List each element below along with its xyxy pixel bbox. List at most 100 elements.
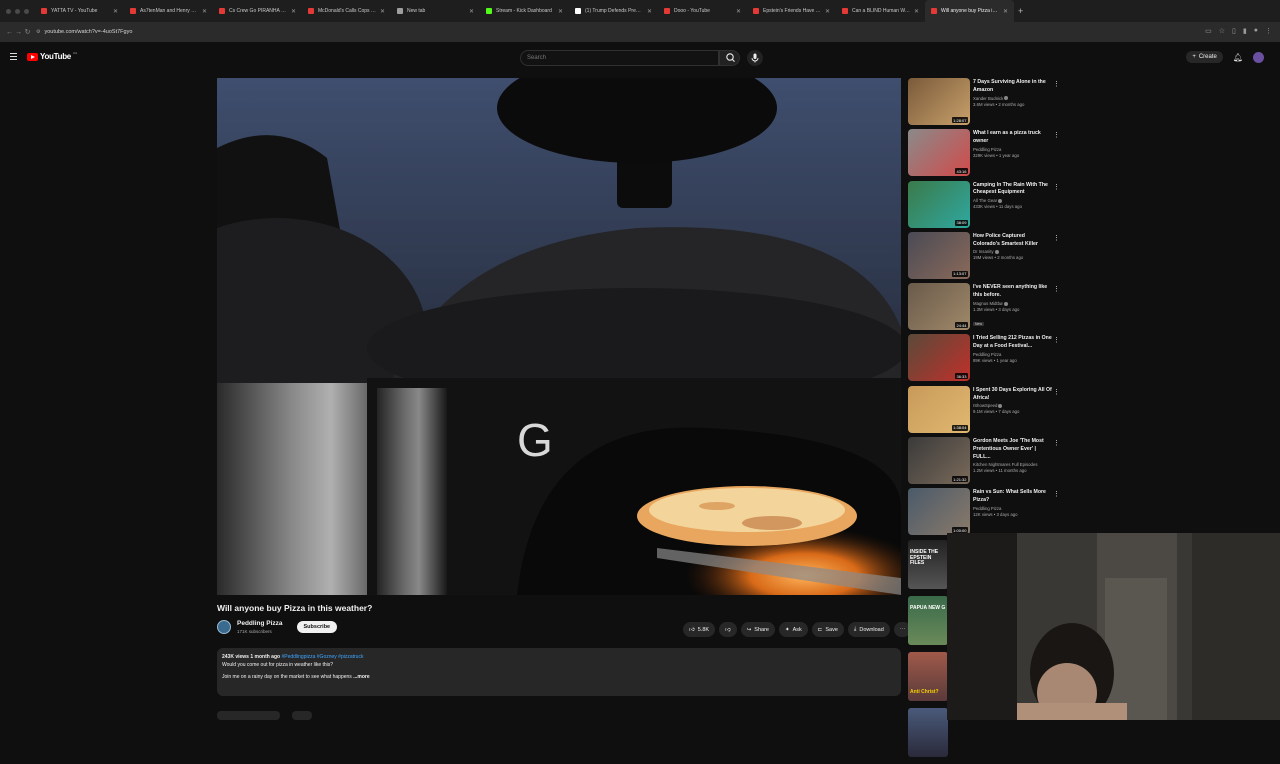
browser-tab[interactable]: Can a BLIND Human Walk Str... ✕	[836, 0, 925, 22]
recommended-channel[interactable]: Peddling Pizza	[973, 506, 1001, 511]
recommended-video[interactable]: 1:28:07 7 Days Surviving Alone in the Am…	[908, 78, 1068, 129]
recommended-video[interactable]: 24:44 I've NEVER seen anything like this…	[908, 283, 1068, 334]
show-more-link[interactable]: ...more	[353, 674, 369, 680]
recommended-video[interactable]: 43:16 What I earn as a pizza truck owner…	[908, 129, 1068, 180]
recommended-video-title[interactable]: Camping In The Rain With The Cheapest Eq…	[973, 182, 1053, 198]
recommended-video-title[interactable]: 7 Days Surviving Alone in the Amazon	[973, 79, 1053, 95]
search-input[interactable]: Search	[520, 50, 719, 66]
recommended-channel[interactable]: IShowSpeed	[973, 403, 997, 408]
browser-tab[interactable]: YATTA TV - YouTube ✕	[35, 0, 124, 22]
browser-tab[interactable]: New tab ✕	[391, 0, 480, 22]
tab-close-icon[interactable]: ✕	[202, 8, 207, 15]
browser-tab[interactable]: Stream - Kick Dashboard ✕	[480, 0, 569, 22]
youtube-logo[interactable]: YouTube CA	[27, 51, 77, 61]
video-thumbnail[interactable]: 43:16	[908, 129, 970, 177]
recommended-video-title[interactable]: Rain vs Sun: What Sells More Pizza?	[973, 489, 1053, 505]
recommended-video[interactable]: 1:13:07 How Police Captured Colorado's S…	[908, 231, 1068, 283]
channel-name[interactable]: Peddling Pizza	[237, 620, 283, 627]
tab-close-icon[interactable]: ✕	[1003, 8, 1008, 15]
recommended-channel[interactable]: Magnus Midtbø	[973, 301, 1003, 306]
recommended-video[interactable]: 1:21:32 Gordon Meets Joe 'The Most Prete…	[908, 437, 1068, 488]
notifications-bell-icon[interactable]: 🔔︎	[1233, 53, 1243, 62]
video-thumbnail[interactable]: 24:44	[908, 283, 970, 331]
recommended-channel[interactable]: Peddling Pizza	[973, 147, 1001, 152]
tab-close-icon[interactable]: ✕	[291, 8, 296, 15]
short-video-thumbnail[interactable]: Anti Christ?	[908, 652, 948, 701]
more-options-icon[interactable]: ⋮	[1053, 336, 1060, 344]
recommended-video-title[interactable]: What I earn as a pizza truck owner	[973, 130, 1053, 146]
browser-menu-icon[interactable]: ⋮	[1265, 27, 1272, 35]
recommended-video-title[interactable]: Gordon Meets Joe 'The Most Pretentious O…	[973, 438, 1053, 461]
video-thumbnail[interactable]: 38:09	[908, 180, 970, 228]
tab-close-icon[interactable]: ✕	[825, 8, 830, 15]
hamburger-menu-icon[interactable]	[10, 53, 17, 60]
recommended-video[interactable]: 1:38:04 I Spent 30 Days Exploring All Of…	[908, 385, 1068, 437]
share-button[interactable]: ↪ Share	[740, 622, 775, 637]
more-options-icon[interactable]: ⋮	[1053, 285, 1060, 293]
video-thumbnail[interactable]: 1:28:07	[908, 78, 970, 125]
channel-avatar[interactable]	[217, 620, 231, 634]
site-info-icon[interactable]: ⚙	[36, 29, 40, 35]
browser-tab[interactable]: Will anyone buy Pizza in th... ✕	[925, 0, 1014, 22]
browser-tab[interactable]: Cs Crew Go PIRANHA FISHI... ✕	[213, 0, 302, 22]
browser-tab[interactable]: McDonald's Calls Cops on Fi... ✕	[302, 0, 391, 22]
browser-tab[interactable]: As7tenMan and Henry Get In... ✕	[124, 0, 213, 22]
recommended-channel[interactable]: Kitchen Nightmares Full Episodes	[973, 462, 1037, 467]
extensions-icon[interactable]: ▮	[1243, 27, 1247, 35]
voice-search-button[interactable]	[747, 50, 763, 66]
recommended-video-title[interactable]: How Police Captured Colorado's Smartest …	[973, 233, 1053, 249]
video-thumbnail[interactable]: 36:33	[908, 334, 970, 382]
short-video-thumbnail[interactable]	[908, 708, 948, 757]
tab-close-icon[interactable]: ✕	[469, 8, 474, 15]
new-tab-button[interactable]: +	[1014, 6, 1023, 16]
tab-close-icon[interactable]: ✕	[914, 8, 919, 15]
video-thumbnail[interactable]: 1:38:04	[908, 385, 970, 433]
more-options-icon[interactable]: ⋮	[1053, 80, 1060, 88]
more-options-icon[interactable]: ⋮	[1053, 439, 1060, 447]
window-controls[interactable]	[0, 8, 35, 14]
recommended-channel[interactable]: Xander Budnick	[973, 96, 1003, 101]
tab-close-icon[interactable]: ✕	[736, 8, 741, 15]
description-box[interactable]: 243K views 1 month ago #Peddlingpizza #G…	[217, 648, 901, 696]
tab-close-icon[interactable]: ✕	[380, 8, 385, 15]
recommended-video-title[interactable]: I Tried Selling 212 Pizzas in One Day at…	[973, 335, 1053, 351]
more-options-icon[interactable]: ⋮	[1053, 131, 1060, 139]
more-options-icon[interactable]: ⋮	[1053, 234, 1060, 242]
recommended-video-title[interactable]: I've NEVER seen anything like this befor…	[973, 284, 1053, 300]
video-thumbnail[interactable]: 1:00:00	[908, 488, 970, 536]
dislike-button[interactable]: 👎︎	[719, 622, 737, 637]
save-button[interactable]: ⊏ Save	[811, 622, 844, 637]
search-button[interactable]	[719, 50, 740, 66]
cast-icon[interactable]: ▭	[1205, 27, 1212, 35]
tab-close-icon[interactable]: ✕	[558, 8, 563, 15]
profile-icon[interactable]: ●	[1254, 27, 1258, 35]
browser-tab[interactable]: (1) Trump Defends Preemptiv... ✕	[569, 0, 658, 22]
short-video-thumbnail[interactable]: PAPUA NEW G	[908, 596, 948, 645]
ask-button[interactable]: ✦ Ask	[778, 622, 808, 637]
reload-icon[interactable]: ↻	[23, 28, 32, 36]
recommended-channel[interactable]: Peddling Pizza	[973, 352, 1001, 357]
more-options-icon[interactable]: ⋮	[1053, 183, 1060, 191]
hashtags[interactable]: #Peddlingpizza #Gozney #pizzatruck	[281, 654, 363, 660]
forward-icon[interactable]: →	[14, 29, 23, 36]
video-thumbnail[interactable]: 1:13:07	[908, 231, 970, 279]
account-avatar[interactable]	[1253, 51, 1264, 63]
back-icon[interactable]: ←	[5, 29, 14, 36]
browser-tab[interactable]: Epstein's Friends Have Been... ✕	[747, 0, 836, 22]
recommended-video[interactable]: 1:00:00 Rain vs Sun: What Sells More Piz…	[908, 488, 1068, 539]
recommended-video[interactable]: 38:09 Camping In The Rain With The Cheap…	[908, 180, 1068, 232]
download-button[interactable]: ⤓ Download	[847, 622, 890, 637]
recommended-channel[interactable]: All The Gear	[973, 198, 997, 203]
tab-close-icon[interactable]: ✕	[113, 8, 118, 15]
video-player[interactable]: G	[217, 78, 901, 595]
short-video-thumbnail[interactable]: INSIDE THE EPSTEIN FILES	[908, 540, 948, 589]
recommended-channel[interactable]: Dr Insanity	[973, 249, 994, 254]
more-options-icon[interactable]: ⋮	[1053, 490, 1060, 498]
bookmark-star-icon[interactable]: ☆	[1219, 27, 1225, 35]
video-thumbnail[interactable]: 1:21:32	[908, 437, 970, 485]
recommended-video-title[interactable]: I Spent 30 Days Exploring All Of Africa!	[973, 387, 1053, 403]
create-button[interactable]: + Create	[1186, 51, 1223, 63]
tab-close-icon[interactable]: ✕	[647, 8, 652, 15]
sidepanel-icon[interactable]: ▯	[1232, 27, 1236, 35]
like-button[interactable]: 👍︎ 5.8K	[683, 622, 716, 637]
